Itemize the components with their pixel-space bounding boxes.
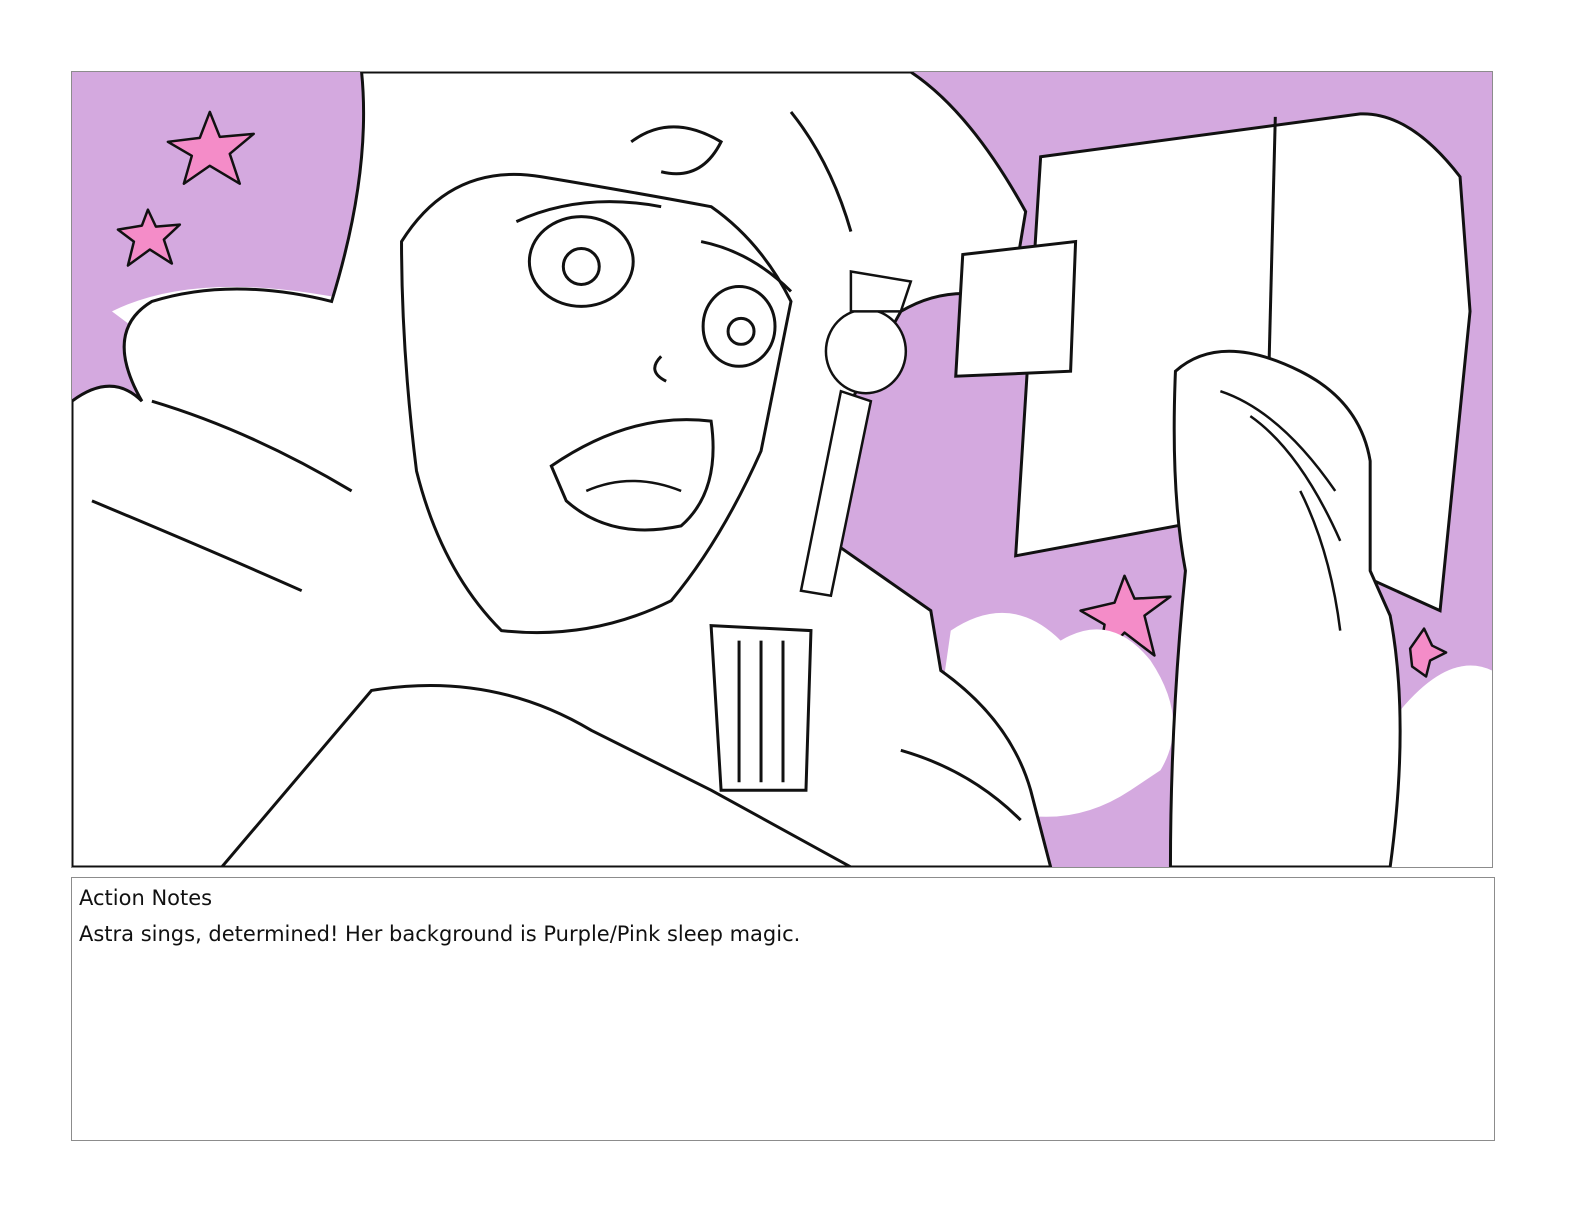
notes-heading: Action Notes xyxy=(79,886,213,910)
storyboard-panel xyxy=(71,71,1493,868)
storyboard-sketch xyxy=(72,72,1492,867)
notes-body: Astra sings, determined! Her background … xyxy=(79,922,801,946)
action-notes-box: Action Notes Astra sings, determined! He… xyxy=(71,877,1495,1141)
fork xyxy=(709,624,813,792)
